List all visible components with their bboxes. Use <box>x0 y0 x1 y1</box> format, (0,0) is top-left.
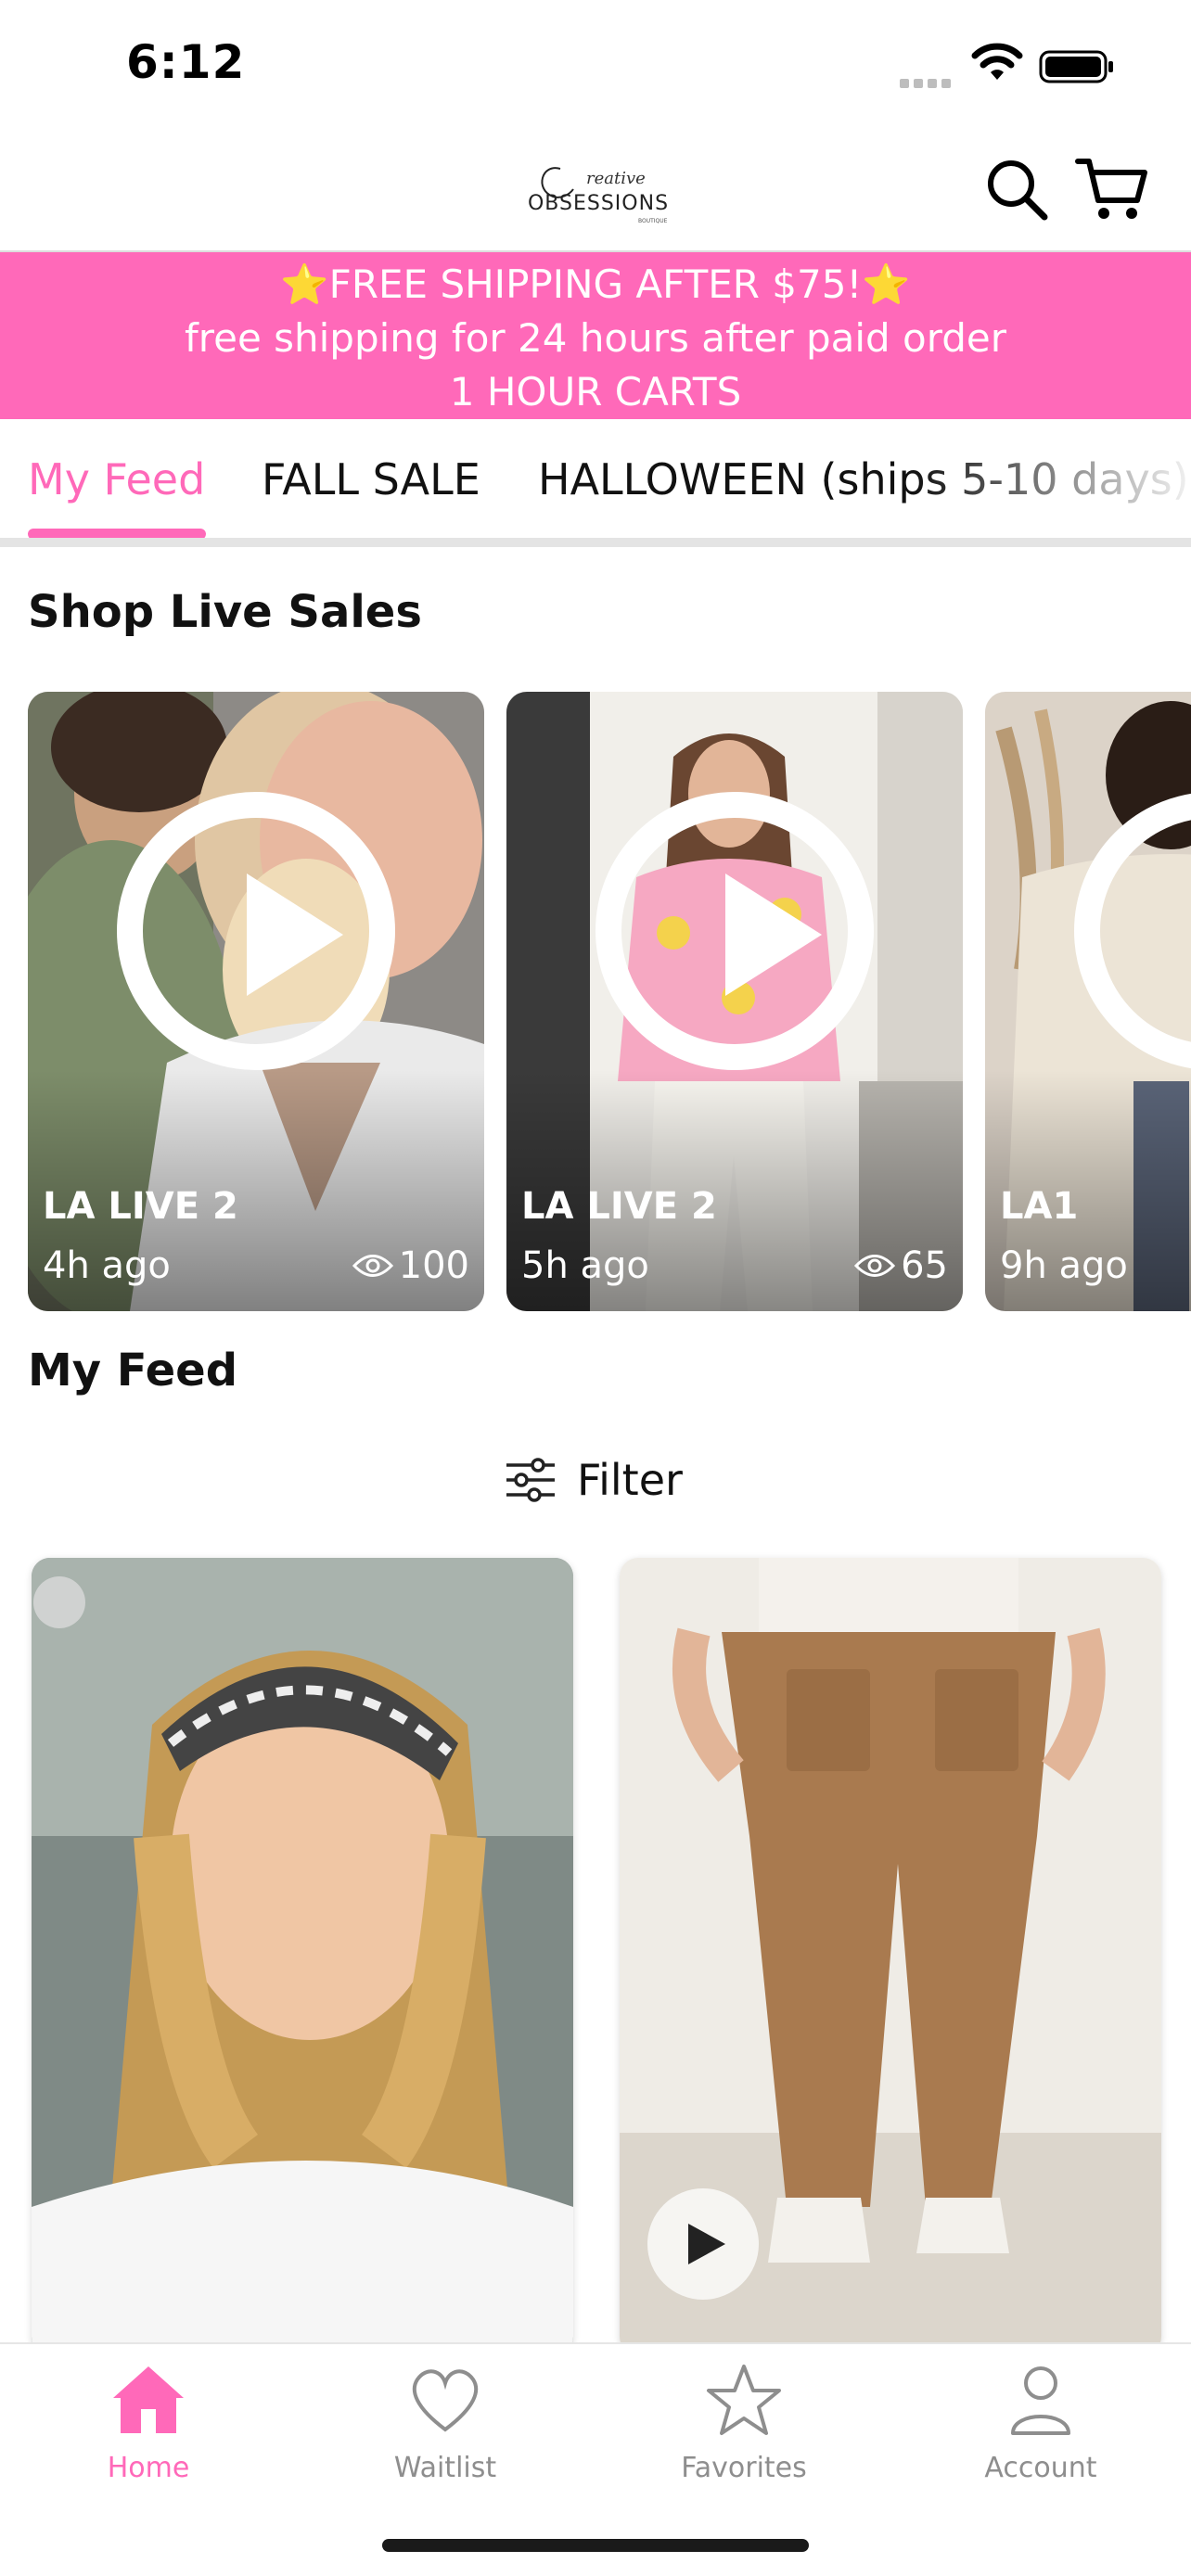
shop-live-sales-title: Shop Live Sales <box>28 586 422 638</box>
sliders-icon <box>506 1458 555 1502</box>
live-card[interactable]: LA1 9h ago <box>985 692 1191 1311</box>
live-sales-carousel[interactable]: LA LIVE 2 4h ago 100 LA LIVE 2 5h ago 65… <box>28 692 1191 1311</box>
tab-my-feed[interactable]: My Feed <box>28 454 205 504</box>
promo-banner: ⭐FREE SHIPPING AFTER $75!⭐ free shipping… <box>0 252 1191 419</box>
live-card-time: 4h ago <box>43 1244 171 1287</box>
live-card-name: LA LIVE 2 <box>521 1185 717 1228</box>
views-count: 100 <box>398 1244 469 1287</box>
app-header: reative OBSESSIONS BOUTIQUE <box>0 130 1191 252</box>
nav-account-label: Account <box>984 2452 1097 2484</box>
tab-fall-sale[interactable]: FALL SALE <box>262 454 480 504</box>
promo-line-1: ⭐FREE SHIPPING AFTER $75!⭐ <box>0 258 1191 312</box>
status-bar: 6:12 <box>0 0 1191 130</box>
nav-waitlist[interactable]: Waitlist <box>352 2363 538 2484</box>
live-card-time: 5h ago <box>521 1244 649 1287</box>
promo-line-2: free shipping for 24 hours after paid or… <box>184 315 1007 361</box>
eye-icon <box>854 1255 896 1277</box>
views-count: 65 <box>901 1244 948 1287</box>
promo-free-shipping: FREE SHIPPING AFTER $75! <box>328 261 863 307</box>
live-card-name: LA1 <box>1000 1185 1079 1228</box>
live-card[interactable]: LA LIVE 2 4h ago 100 <box>28 692 484 1311</box>
brand-logo[interactable]: reative OBSESSIONS BOUTIQUE <box>529 158 668 232</box>
battery-icon <box>1039 50 1113 83</box>
live-card-views: 65 <box>854 1244 948 1287</box>
home-icon <box>113 2366 184 2433</box>
live-card-views: 100 <box>352 1244 469 1287</box>
person-icon <box>1011 2366 1070 2435</box>
svg-text:BOUTIQUE: BOUTIQUE <box>638 218 668 224</box>
live-card[interactable]: LA LIVE 2 5h ago 65 <box>506 692 963 1311</box>
filter-label: Filter <box>577 1455 683 1505</box>
live-card-time: 9h ago <box>1000 1244 1128 1287</box>
nav-home[interactable]: Home <box>56 2363 241 2484</box>
home-indicator <box>382 2539 809 2552</box>
product-card[interactable] <box>32 1558 573 2355</box>
category-tabs: My Feed FALL SALE HALLOWEEN (ships 5-10 … <box>0 419 1191 547</box>
promo-line-3: 1 HOUR CARTS <box>449 369 742 414</box>
play-icon[interactable] <box>596 792 874 1070</box>
filter-button[interactable]: Filter <box>505 1452 683 1508</box>
tabs-fade-overlay <box>913 419 1191 538</box>
cart-icon[interactable] <box>1074 154 1148 224</box>
nav-favorites-label: Favorites <box>681 2452 807 2484</box>
product-image <box>32 1558 573 2355</box>
product-card[interactable] <box>620 1558 1161 2355</box>
search-icon[interactable] <box>983 156 1050 223</box>
play-icon[interactable] <box>117 792 395 1070</box>
live-card-name: LA LIVE 2 <box>43 1185 238 1228</box>
svg-text:OBSESSIONS: OBSESSIONS <box>529 192 668 215</box>
eye-icon <box>352 1255 393 1277</box>
star-emoji-icon: ⭐ <box>862 261 911 307</box>
nav-waitlist-label: Waitlist <box>393 2452 497 2484</box>
cellular-signal-icon <box>900 74 957 88</box>
my-feed-title: My Feed <box>28 1345 238 1396</box>
svg-text:reative: reative <box>586 169 646 188</box>
nav-account[interactable]: Account <box>948 2363 1133 2484</box>
nav-home-label: Home <box>107 2452 190 2484</box>
heart-icon <box>412 2369 479 2432</box>
status-time: 6:12 <box>126 35 246 89</box>
nav-favorites[interactable]: Favorites <box>651 2363 837 2484</box>
active-tab-indicator <box>28 529 206 538</box>
video-play-icon[interactable] <box>647 2188 759 2300</box>
wifi-icon <box>971 43 1023 80</box>
star-emoji-icon: ⭐ <box>280 261 329 307</box>
star-icon <box>707 2365 781 2435</box>
